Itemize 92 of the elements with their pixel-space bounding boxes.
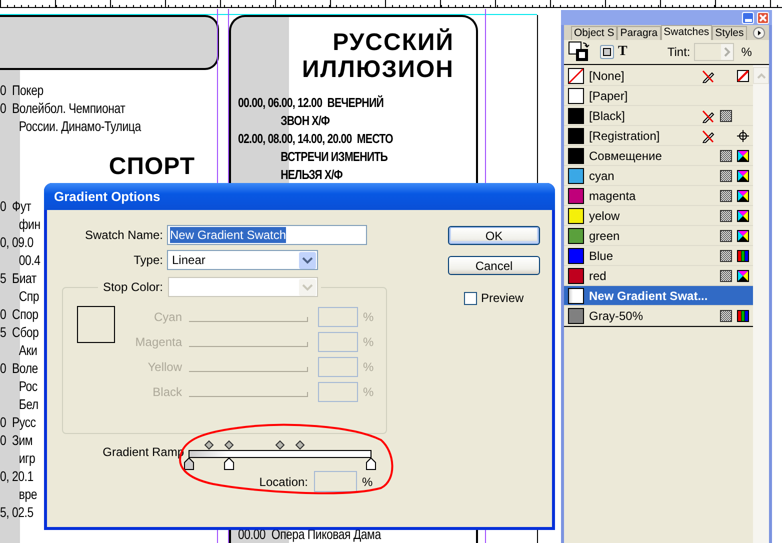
text-button[interactable]: T — [618, 44, 628, 60]
minimize-button[interactable] — [742, 12, 754, 24]
schedule-line: 5, 02.5 — [0, 503, 34, 521]
no-color-swatch — [568, 68, 584, 84]
field-label: Stop Color: — [102, 280, 163, 294]
window-title: Gradient Options — [54, 189, 160, 204]
panel-tab[interactable]: Styles — [712, 26, 747, 40]
unit-label: % — [363, 310, 374, 324]
schedule-line: Бел — [18, 395, 38, 413]
swatch-row[interactable]: [Black] — [564, 106, 753, 126]
field-label: Black — [152, 385, 182, 399]
container-button[interactable] — [600, 45, 614, 59]
color-preview — [77, 306, 115, 343]
swatch-row[interactable]: yelow — [564, 206, 753, 226]
schedule-line: игр — [18, 449, 36, 467]
checkbox-label: Preview — [481, 291, 524, 305]
field-label: Type: — [132, 253, 163, 267]
location-field[interactable] — [314, 471, 357, 492]
schedule-line: 0 Фут — [0, 197, 32, 215]
chevron-up-icon — [756, 72, 766, 78]
slider-track[interactable] — [189, 366, 308, 372]
swatch-row[interactable]: Совмещение — [564, 146, 753, 166]
panel-tab[interactable]: Swatches — [660, 25, 712, 40]
schedule-line: ВСТРЕЧИ ИЗМЕНИТЬ — [280, 148, 388, 166]
percent-field[interactable] — [318, 307, 358, 327]
color-stop-handle[interactable] — [224, 457, 234, 470]
panel-tab[interactable]: Paragra — [617, 26, 661, 40]
close-button[interactable] — [757, 12, 769, 24]
schedule-line: вре — [18, 485, 37, 503]
panel-tab[interactable]: Object S — [571, 26, 618, 40]
percent-field[interactable] — [318, 332, 358, 352]
swatch-row[interactable]: cyan — [564, 166, 753, 186]
unit-label: % — [363, 385, 374, 399]
dialog-button[interactable]: Cancel — [448, 256, 540, 275]
unit-label: % — [363, 335, 374, 349]
swatch-row[interactable]: [Paper] — [564, 86, 753, 106]
schedule-line: Аки — [18, 341, 38, 359]
section-heading: СПОРТ — [108, 152, 195, 182]
swatch-row[interactable]: green — [564, 226, 753, 246]
field-label: Magenta — [134, 335, 182, 349]
close-icon — [759, 14, 767, 22]
scrollbar[interactable] — [753, 65, 769, 543]
schedule-line: 00.00, 06.00, 12.00 ВЕЧЕРНИЙ — [238, 94, 384, 112]
schedule-line: 0 Волейбол. Чемпионат — [0, 99, 126, 117]
dialog-button[interactable]: OK — [448, 226, 540, 245]
color-stop-handle[interactable] — [366, 457, 376, 470]
unit-label: % — [741, 45, 752, 59]
field-label: Cyan — [152, 310, 182, 324]
square-icon — [603, 48, 611, 56]
swatch-row[interactable]: New Gradient Swat... — [564, 286, 753, 306]
schedule-line: Спр — [18, 287, 40, 305]
percent-field[interactable] — [318, 357, 358, 377]
fill-stroke-icon[interactable] — [568, 41, 590, 63]
schedule-line: 0 Зим — [0, 431, 33, 449]
checkbox[interactable] — [464, 292, 477, 304]
schedule-line: 5 Сбор — [0, 323, 39, 341]
field-label: Tint: — [667, 45, 690, 59]
swatch-row[interactable]: magenta — [564, 186, 753, 206]
minimize-icon — [744, 18, 752, 22]
text-field[interactable]: New Gradient Swatch — [167, 225, 367, 245]
schedule-line: 0, 20.1 — [0, 467, 34, 485]
percent-field[interactable] — [318, 382, 358, 402]
unit-label: % — [363, 360, 374, 374]
schedule-line: НЕЛЬЗЯ Х/Ф — [280, 166, 342, 184]
schedule-line: 0 Покер — [0, 81, 44, 99]
slider-track[interactable] — [189, 316, 308, 322]
section-heading: РУССКИЙ ИЛЛЮЗИОН — [301, 29, 454, 83]
field-label: Yellow — [146, 360, 182, 374]
schedule-line: Рос — [18, 377, 38, 395]
schedule-line: 0 Спор — [0, 305, 38, 323]
gradient-swatch — [568, 288, 584, 304]
type-dropdown[interactable]: Linear — [167, 250, 318, 270]
swatch-row[interactable]: Gray-50% — [564, 306, 753, 326]
chevron-right-icon — [723, 47, 732, 57]
schedule-line: 02.00, 08.00, 14.00, 20.00 МЕСТО — [238, 130, 393, 148]
schedule-line: России. Динамо-Тулица — [18, 117, 141, 135]
field-label: Location: — [258, 474, 308, 488]
schedule-line: 0 Воле — [0, 359, 38, 377]
swatch-row[interactable]: [Registration] — [564, 126, 753, 146]
color-stop-handle[interactable] — [184, 457, 194, 470]
swatch-row[interactable]: [None] — [564, 66, 753, 86]
swatch-row[interactable]: Blue — [564, 246, 753, 266]
schedule-line: 5 Биат — [0, 269, 36, 287]
schedule-line: ЗВОН Х/Ф — [280, 112, 330, 130]
unit-label: % — [362, 474, 373, 488]
schedule-line: 00.4 — [18, 251, 40, 269]
schedule-line: 0, 09.0 — [0, 233, 34, 251]
schedule-line: фин — [18, 215, 40, 233]
schedule-line: 0 Русс — [0, 413, 36, 431]
slider-track[interactable] — [189, 342, 308, 346]
slider-track[interactable] — [189, 392, 308, 396]
field-label: Swatch Name: — [84, 228, 163, 242]
